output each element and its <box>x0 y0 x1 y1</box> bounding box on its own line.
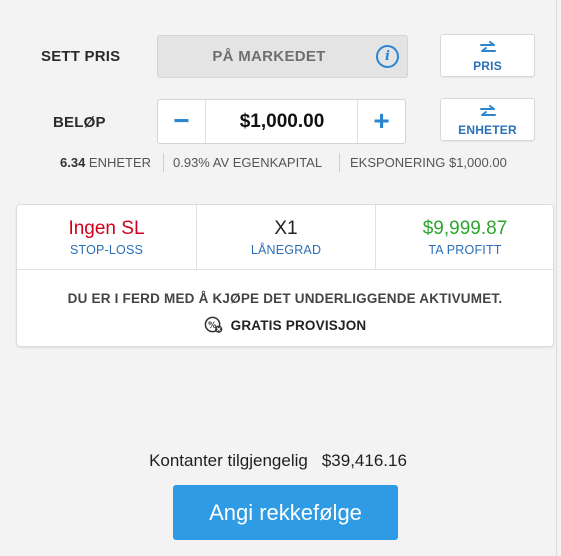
buy-underlying-notice: DU ER I FERD MED Å KJØPE DET UNDERLIGGEN… <box>67 291 503 306</box>
increase-amount-button[interactable]: + <box>357 100 405 143</box>
info-icon[interactable]: i <box>376 45 399 68</box>
leverage-label: LÅNEGRAD <box>250 243 322 257</box>
swap-arrows-icon <box>480 41 496 52</box>
take-profit-value: $9,999.87 <box>422 218 508 239</box>
decrease-amount-button[interactable]: − <box>158 100 206 143</box>
take-profit-label: TA PROFITT <box>428 243 502 257</box>
available-cash-label: Kontanter tilgjengelig <box>149 451 308 470</box>
price-toggle-button[interactable]: PRIS <box>440 34 535 77</box>
place-order-button[interactable]: Angi rekkefølge <box>173 485 398 540</box>
units-toggle-label: ENHETER <box>458 123 517 137</box>
commission-info: % GRATIS PROVISJON <box>17 315 553 334</box>
card-divider <box>17 269 553 270</box>
amount-input[interactable]: $1,000.00 <box>207 100 357 143</box>
leverage-setting[interactable]: X1 LÅNEGRAD <box>197 205 375 269</box>
units-toggle-button[interactable]: ENHETER <box>440 98 535 141</box>
units-number: 6.34 <box>60 155 86 170</box>
stop-loss-label: STOP-LOSS <box>69 243 144 257</box>
equity-summary: 0.93% AV EGENKAPITAL <box>173 155 323 170</box>
set-price-label: SETT PRIS <box>41 48 121 65</box>
info-divider <box>163 153 164 172</box>
commission-free-icon: % <box>204 316 222 333</box>
amount-stepper[interactable]: − $1,000.00 + <box>157 99 406 144</box>
swap-arrows-icon <box>480 105 496 116</box>
units-label: ENHETER <box>85 155 152 170</box>
info-divider <box>339 153 340 172</box>
units-summary: 6.34 ENHETER <box>60 154 151 172</box>
price-toggle-label: PRIS <box>473 59 502 73</box>
amount-label: BELØP <box>53 114 106 131</box>
price-mode-value: PÅ MARKEDET <box>212 48 326 65</box>
leverage-value: X1 <box>274 218 298 239</box>
available-cash: Kontanter tilgjengelig $39,416.16 <box>0 451 556 471</box>
take-profit-setting[interactable]: $9,999.87 TA PROFITT <box>376 205 554 269</box>
price-mode-field[interactable]: PÅ MARKEDET i <box>157 35 408 78</box>
exposure-summary: EKSPONERING $1,000.00 <box>350 155 507 170</box>
stop-loss-setting[interactable]: Ingen SL STOP-LOSS <box>17 205 196 269</box>
trade-settings-card: Ingen SL STOP-LOSS X1 LÅNEGRAD $9,999.87… <box>16 204 554 347</box>
stop-loss-value: Ingen SL <box>68 218 145 239</box>
available-cash-value: $39,416.16 <box>321 451 407 470</box>
commission-label: GRATIS PROVISJON <box>230 318 367 333</box>
panel-right-border <box>556 0 557 556</box>
